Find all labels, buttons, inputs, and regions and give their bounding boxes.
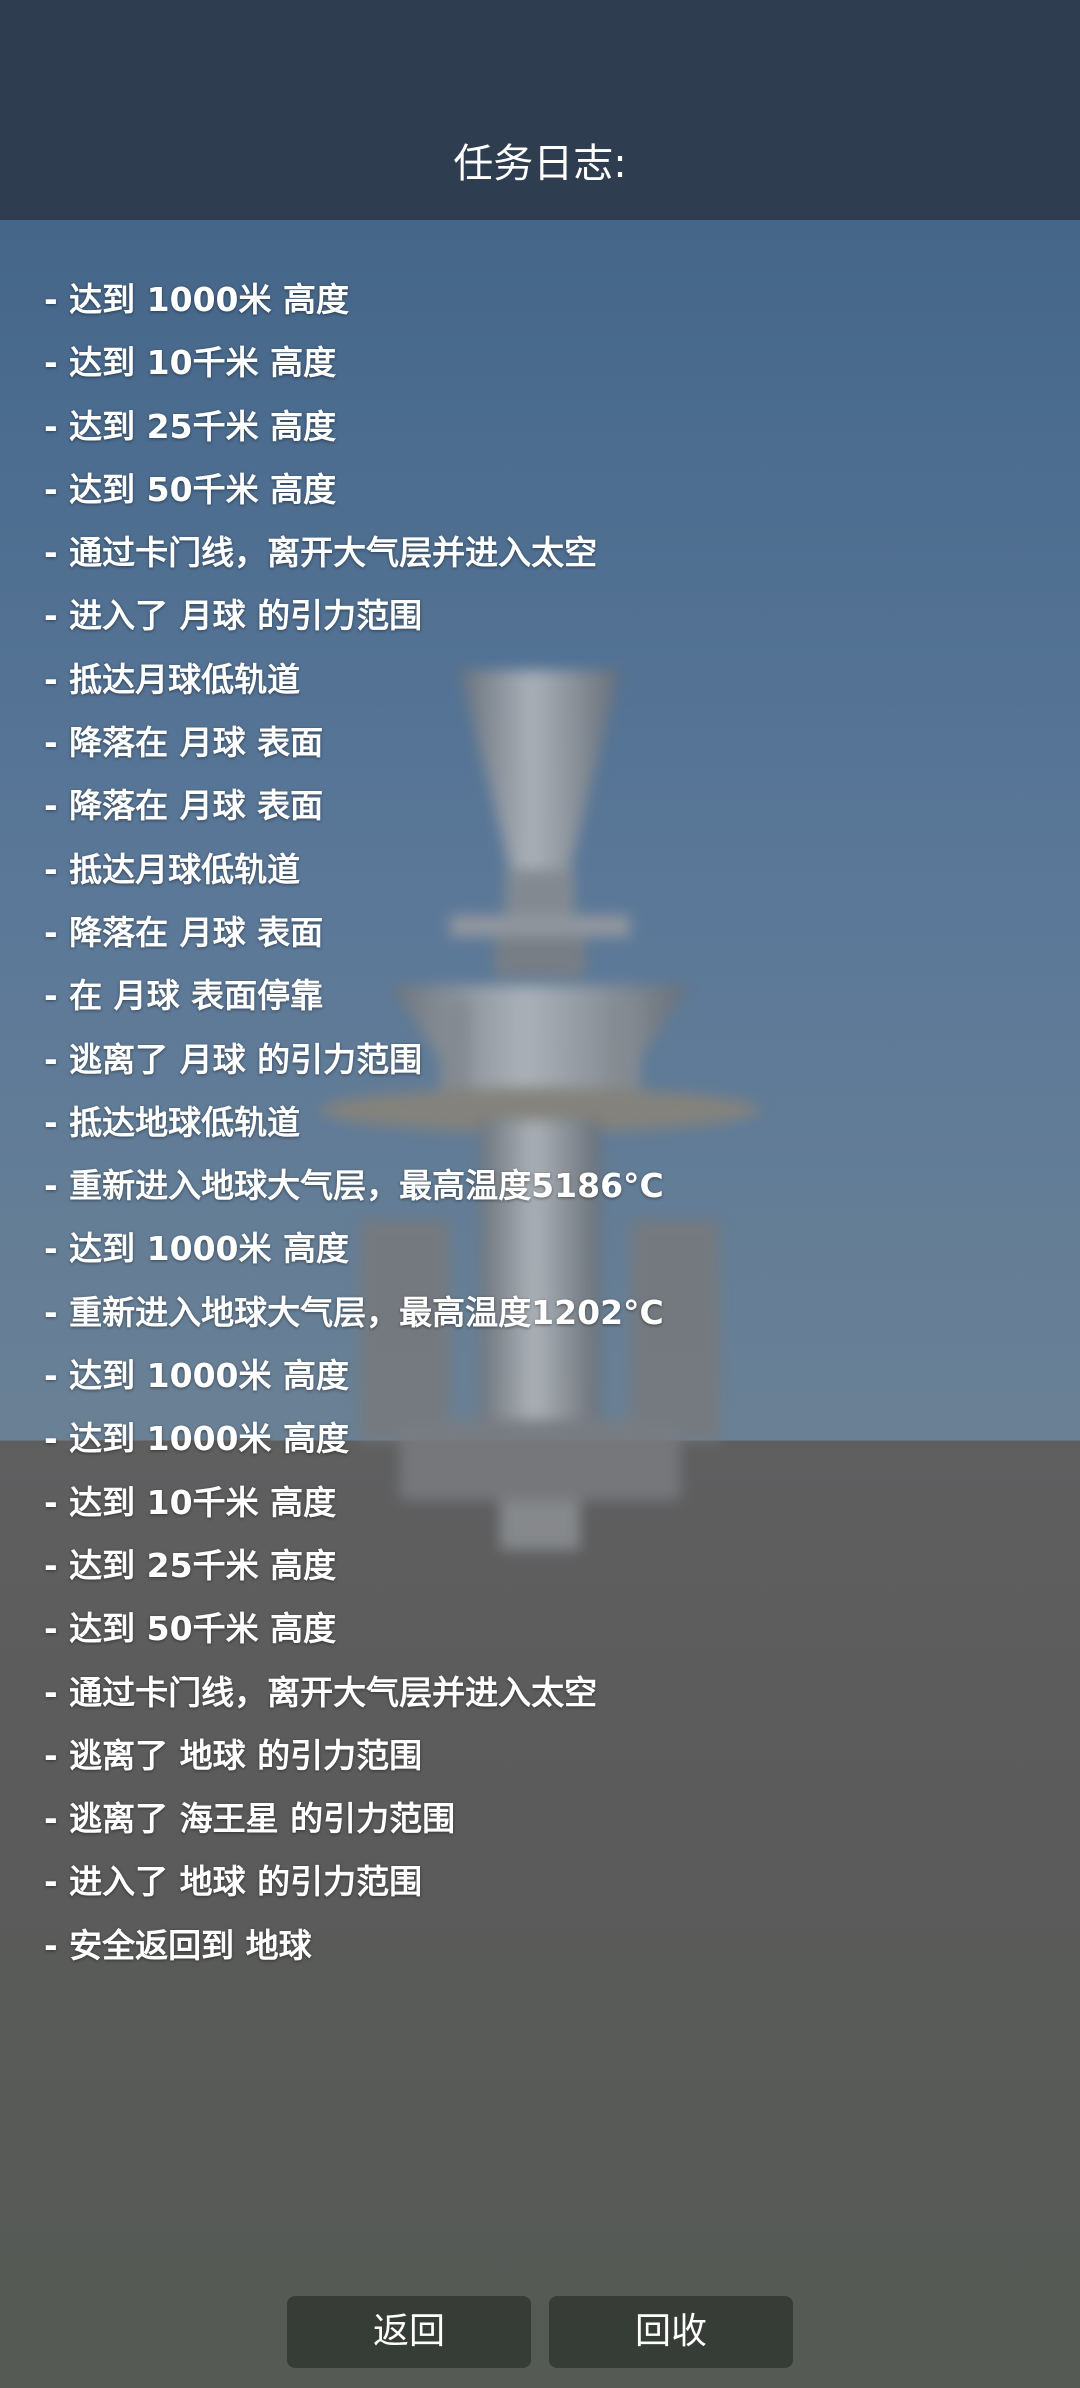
log-entry: - 逃离了 地球 的引力范围 (44, 1735, 423, 1775)
log-entry: - 达到 50千米 高度 (44, 469, 337, 509)
log-entry: - 抵达月球低轨道 (44, 849, 301, 889)
log-entry: - 降落在 月球 表面 (44, 786, 324, 826)
log-entry: - 进入了 地球 的引力范围 (44, 1862, 423, 1902)
page-title: 任务日志: (453, 141, 627, 187)
header-bar: 任务日志: (0, 0, 1080, 220)
log-entry: - 达到 10千米 高度 (44, 1482, 337, 1522)
log-entry: - 安全返回到 地球 (44, 1925, 312, 1965)
log-entry: - 达到 25千米 高度 (44, 406, 337, 446)
log-entry: - 通过卡门线，离开大气层并进入太空 (44, 1672, 598, 1712)
log-entry: - 达到 1000米 高度 (44, 280, 350, 319)
log-entry: - 达到 1000米 高度 (44, 1229, 350, 1269)
mission-log-list: - 达到 1000米 高度 - 达到 10千米 高度 - 达到 25千米 高度 - 达… (44, 274, 1044, 1983)
log-entry: - 在 月球 表面停靠 (44, 976, 324, 1016)
log-entry: - 降落在 月球 表面 (44, 912, 324, 952)
log-entry: - 达到 25千米 高度 (44, 1545, 337, 1585)
log-entry: - 降落在 月球 表面 (44, 723, 324, 763)
log-entry: - 重新进入地球大气层，最高温度1202°C (44, 1292, 664, 1332)
log-entry: - 达到 1000米 高度 (44, 1356, 350, 1396)
log-entry: - 抵达地球低轨道 (44, 1102, 301, 1142)
back-button[interactable]: 返回 (287, 2296, 531, 2368)
mission-log-screen: 任务日志: - 达到 1000米 高度 - 达到 10千米 高度 - 达到 25千米… (0, 0, 1080, 2388)
log-entry: - 重新进入地球大气层，最高温度5186°C (44, 1166, 664, 1206)
log-entry: - 逃离了 月球 的引力范围 (44, 1039, 423, 1079)
log-entry: - 抵达月球低轨道 (44, 659, 301, 699)
log-entry: - 逃离了 海王星 的引力范围 (44, 1799, 456, 1839)
log-entry: - 达到 50千米 高度 (44, 1609, 337, 1649)
log-entry: - 进入了 月球 的引力范围 (44, 596, 423, 636)
recover-button[interactable]: 回收 (549, 2296, 793, 2368)
log-entry: - 达到 1000米 高度 (44, 1419, 350, 1459)
log-entry: - 通过卡门线，离开大气层并进入太空 (44, 533, 598, 573)
log-entry: - 达到 10千米 高度 (44, 343, 337, 383)
